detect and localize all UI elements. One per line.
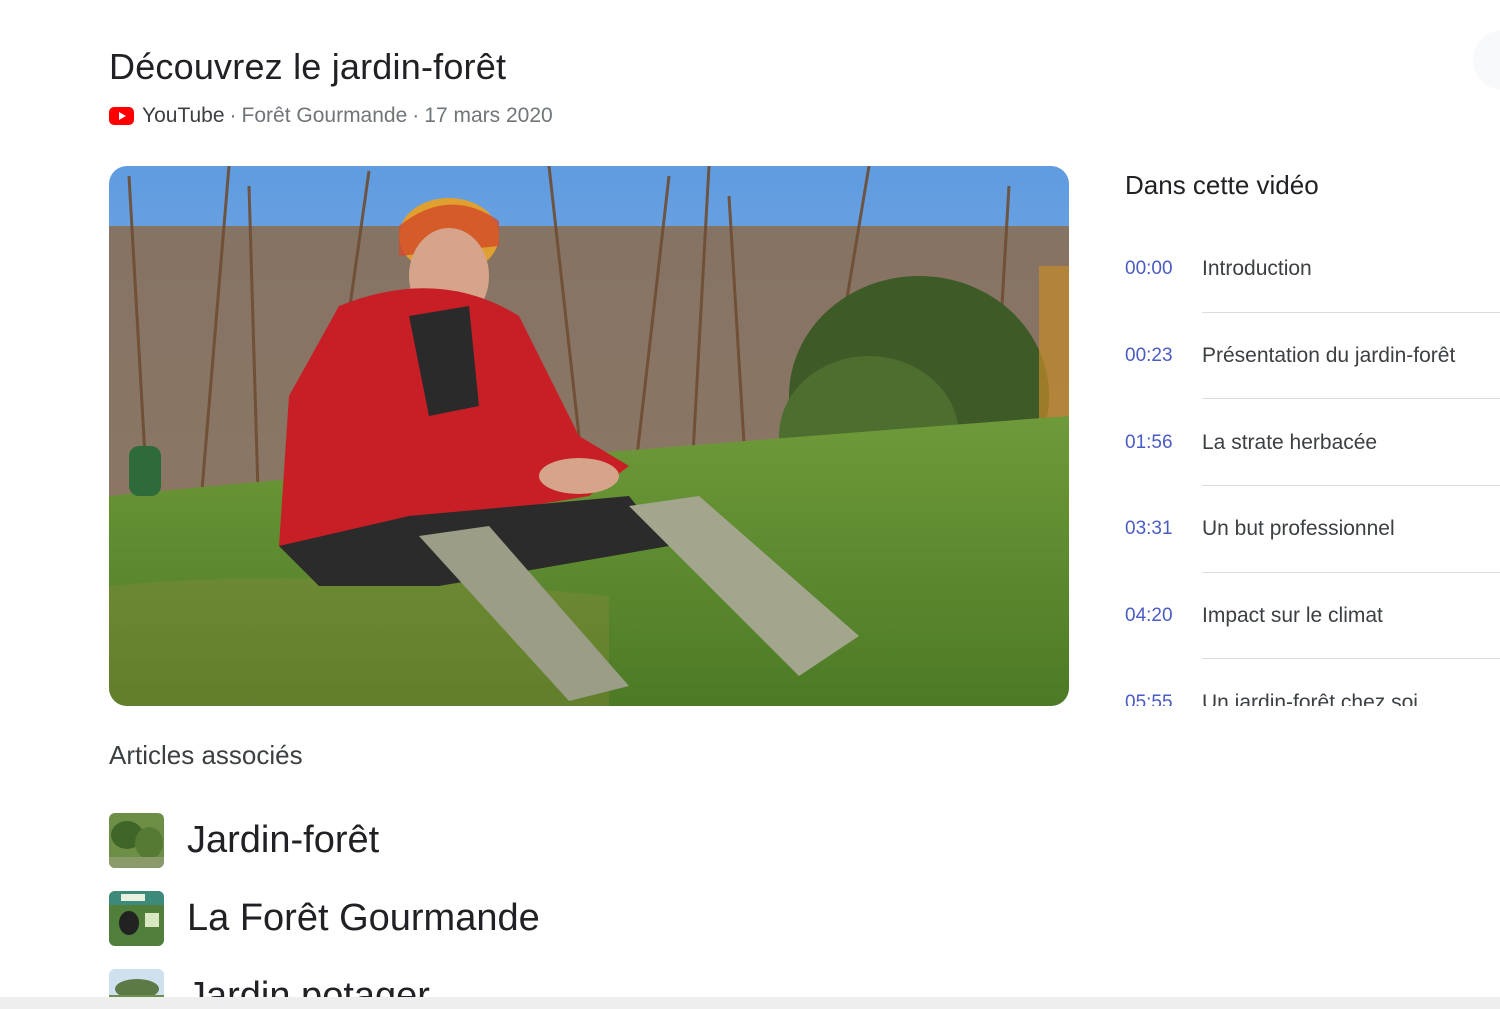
article-thumbnail xyxy=(109,890,164,946)
related-article-item[interactable]: Jardin-forêt xyxy=(109,801,809,879)
chapter-timestamp[interactable]: 00:23 xyxy=(1125,345,1202,367)
related-article-item[interactable]: La Forêt Gourmande xyxy=(109,879,809,957)
article-thumbnail xyxy=(109,968,164,997)
video-thumbnail xyxy=(109,166,1069,706)
article-title[interactable]: Jardin-forêt xyxy=(187,819,379,862)
separator: · xyxy=(412,104,420,127)
chapter-item[interactable]: 00:00 Introduction xyxy=(1125,226,1500,313)
related-article-item[interactable]: Jardin potager xyxy=(109,957,809,997)
chapter-item[interactable]: 03:31 Un but professionnel xyxy=(1125,486,1500,573)
chapter-item[interactable]: 05:55 Un jardin-forêt chez soi xyxy=(1125,659,1500,706)
video-meta: YouTube · Forêt Gourmande · 17 mars 2020 xyxy=(109,104,553,128)
publish-date: 17 mars 2020 xyxy=(424,104,553,127)
chapter-timestamp[interactable]: 01:56 xyxy=(1125,432,1202,454)
article-title[interactable]: La Forêt Gourmande xyxy=(187,897,540,940)
chapter-item[interactable]: 00:23 Présentation du jardin-forêt xyxy=(1125,313,1500,400)
chapter-timestamp[interactable]: 04:20 xyxy=(1125,605,1202,627)
chapters-list: 00:00 Introduction 00:23 Présentation du… xyxy=(1125,226,1500,706)
chapter-label: Impact sur le climat xyxy=(1202,604,1383,628)
chapter-label: Un jardin-forêt chez soi xyxy=(1202,690,1418,706)
chapter-label: Introduction xyxy=(1202,257,1312,281)
page: Découvrez le jardin-forêt YouTube · Forê… xyxy=(0,0,1500,1009)
chapters-title: Dans cette vidéo xyxy=(1125,170,1319,200)
chapter-label: Un but professionnel xyxy=(1202,517,1395,541)
chapter-label: La strate herbacée xyxy=(1202,430,1378,454)
channel-name: Forêt Gourmande xyxy=(241,104,408,127)
chapter-label: Présentation du jardin-forêt xyxy=(1202,344,1456,368)
chapter-timestamp[interactable]: 03:31 xyxy=(1125,518,1202,540)
article-title[interactable]: Jardin potager xyxy=(187,975,430,998)
youtube-icon xyxy=(109,107,134,125)
chapter-item[interactable]: 04:20 Impact sur le climat xyxy=(1125,573,1500,660)
article-thumbnail xyxy=(109,812,164,868)
chapter-timestamp[interactable]: 00:00 xyxy=(1125,258,1202,280)
video-player[interactable] xyxy=(109,166,1069,706)
related-articles-list: Jardin-forêt La Forêt Gourmande Jardin p… xyxy=(109,801,809,997)
side-button[interactable] xyxy=(1473,30,1500,90)
chapter-item[interactable]: 01:56 La strate herbacée xyxy=(1125,399,1500,487)
related-articles-title: Articles associés xyxy=(109,740,303,770)
chapter-timestamp[interactable]: 05:55 xyxy=(1125,692,1202,706)
source-label[interactable]: YouTube xyxy=(142,104,225,128)
bottom-bar xyxy=(0,997,1500,1009)
separator: · xyxy=(229,104,237,127)
page-title: Découvrez le jardin-forêt xyxy=(109,46,507,87)
